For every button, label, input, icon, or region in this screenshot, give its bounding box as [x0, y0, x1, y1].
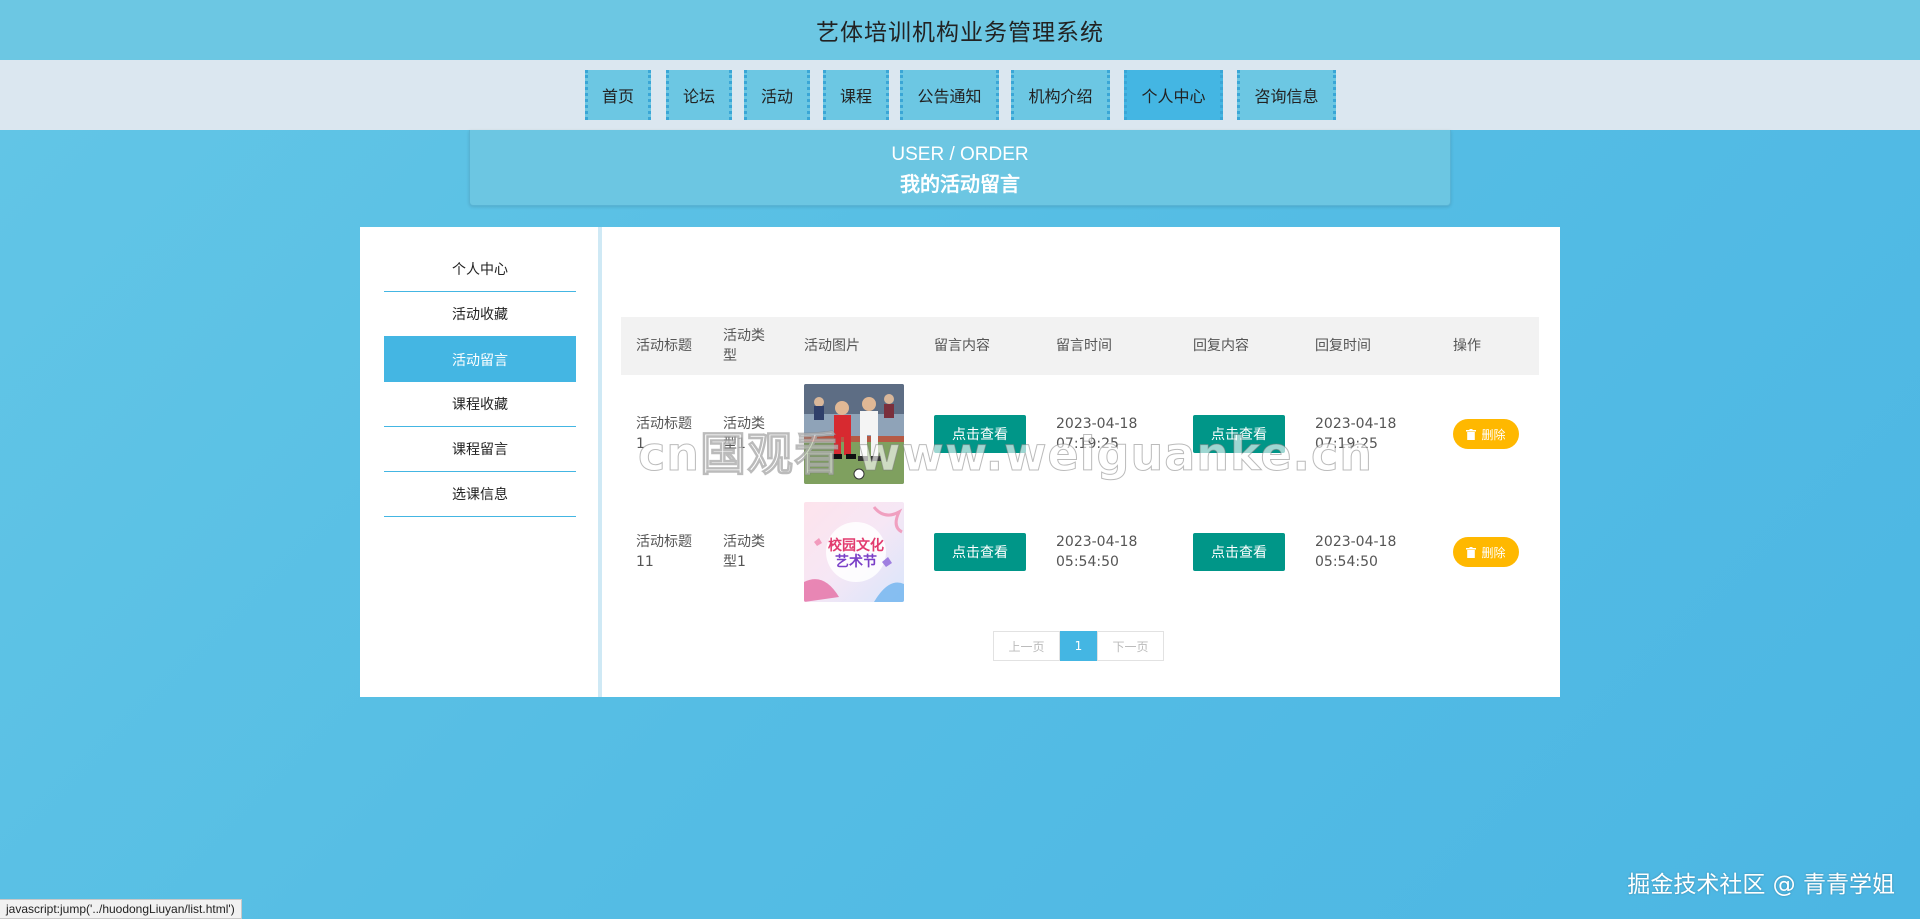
table-row: 活动标题11 活动类型1 校园文化 艺术节 点击查看 2023-04-18 05… — [621, 493, 1539, 611]
column-header: 活动标题 — [636, 338, 692, 354]
sidebar-item-course-favorites[interactable]: 课程收藏 — [384, 382, 576, 427]
cell-reply-time: 2023-04-18 07:19:25 — [1315, 416, 1397, 452]
cell-image — [789, 375, 919, 493]
nav-item-consult[interactable]: 咨询信息 — [1237, 70, 1336, 120]
trash-icon — [1466, 546, 1477, 558]
cell-reply-time: 2023-04-18 05:54:50 — [1315, 534, 1397, 570]
content-panel: 个人中心 活动收藏 活动留言 课程收藏 课程留言 选课信息 活动标题 活动类型 … — [360, 227, 1560, 697]
page-banner: USER / ORDER 我的活动留言 — [469, 130, 1451, 206]
nav-item-user-center[interactable]: 个人中心 — [1124, 70, 1223, 120]
cell-content: 点击查看 — [919, 493, 1041, 611]
view-reply-button[interactable]: 点击查看 — [1193, 415, 1285, 453]
page-number-current[interactable]: 1 — [1060, 631, 1097, 661]
cell-reply: 点击查看 — [1178, 375, 1300, 493]
main-nav: 首页 论坛 活动 课程 公告通知 机构介绍 个人中心 咨询信息 — [0, 60, 1920, 130]
page-title: 我的活动留言 — [900, 172, 1020, 196]
delete-label: 删除 — [1481, 427, 1506, 442]
cell-time: 2023-04-18 07:19:25 — [1056, 416, 1138, 452]
nav-item-notice[interactable]: 公告通知 — [900, 70, 999, 120]
column-header: 留言时间 — [1056, 338, 1112, 354]
nav-item-home[interactable]: 首页 — [585, 70, 651, 120]
column-header: 留言内容 — [934, 338, 990, 354]
art-festival-poster[interactable]: 校园文化 艺术节 — [804, 502, 904, 602]
poster-title-line1: 校园文化 — [828, 537, 884, 554]
column-header: 操作 — [1453, 338, 1481, 354]
table-header-row: 活动标题 活动类型 活动图片 留言内容 留言时间 回复内容 回复时间 操作 — [621, 317, 1539, 375]
cell-title: 活动标题1 — [636, 416, 692, 452]
next-page-button[interactable]: 下一页 — [1097, 631, 1164, 661]
panel-divider — [598, 227, 602, 697]
banner-subtitle: USER / ORDER — [891, 144, 1029, 165]
browser-status-bar: javascript:jump('../huodongLiuyan/list.h… — [0, 899, 242, 919]
pagination: 上一页 1 下一页 — [993, 631, 1164, 661]
cell-actions: 删除 — [1438, 493, 1539, 611]
cell-title: 活动标题11 — [636, 534, 692, 570]
message-table: 活动标题 活动类型 活动图片 留言内容 留言时间 回复内容 回复时间 操作 活动… — [621, 317, 1539, 611]
cell-reply: 点击查看 — [1178, 493, 1300, 611]
nav-item-forum[interactable]: 论坛 — [666, 70, 732, 120]
top-header: 艺体培训机构业务管理系统 — [0, 0, 1920, 60]
cell-actions: 删除 — [1438, 375, 1539, 493]
cell-image: 校园文化 艺术节 — [789, 493, 919, 611]
nav-item-activity[interactable]: 活动 — [744, 70, 810, 120]
nav-item-course[interactable]: 课程 — [823, 70, 889, 120]
view-reply-button[interactable]: 点击查看 — [1193, 533, 1285, 571]
user-sidebar: 个人中心 活动收藏 活动留言 课程收藏 课程留言 选课信息 — [384, 247, 576, 517]
sidebar-item-activity-favorites[interactable]: 活动收藏 — [384, 292, 576, 337]
message-table-area: 活动标题 活动类型 活动图片 留言内容 留言时间 回复内容 回复时间 操作 活动… — [621, 317, 1539, 611]
cell-type: 活动类型1 — [723, 534, 765, 570]
delete-button[interactable]: 删除 — [1453, 537, 1519, 567]
watermark-corner: 掘金技术社区 @ 青青学姐 — [1627, 872, 1895, 898]
sidebar-item-user-center[interactable]: 个人中心 — [384, 247, 576, 292]
column-header: 活动图片 — [804, 338, 860, 354]
cell-time: 2023-04-18 05:54:50 — [1056, 534, 1138, 570]
sidebar-item-activity-messages[interactable]: 活动留言 — [384, 337, 576, 382]
column-header: 活动类型 — [723, 328, 765, 364]
system-title: 艺体培训机构业务管理系统 — [816, 20, 1104, 46]
cell-type: 活动类型1 — [723, 416, 765, 452]
column-header: 回复内容 — [1193, 338, 1249, 354]
cell-content: 点击查看 — [919, 375, 1041, 493]
table-row: 活动标题1 活动类型1 点击查看 2023-04-18 07:19:25 点击查… — [621, 375, 1539, 493]
delete-label: 删除 — [1481, 545, 1506, 560]
soccer-photo[interactable] — [804, 384, 904, 484]
view-message-button[interactable]: 点击查看 — [934, 415, 1026, 453]
poster-title-line2: 艺术节 — [835, 553, 877, 570]
sidebar-item-enrollment[interactable]: 选课信息 — [384, 472, 576, 517]
prev-page-button[interactable]: 上一页 — [993, 631, 1060, 661]
sidebar-item-course-messages[interactable]: 课程留言 — [384, 427, 576, 472]
view-message-button[interactable]: 点击查看 — [934, 533, 1026, 571]
column-header: 回复时间 — [1315, 338, 1371, 354]
delete-button[interactable]: 删除 — [1453, 419, 1519, 449]
nav-item-about[interactable]: 机构介绍 — [1011, 70, 1110, 120]
trash-icon — [1466, 428, 1477, 440]
